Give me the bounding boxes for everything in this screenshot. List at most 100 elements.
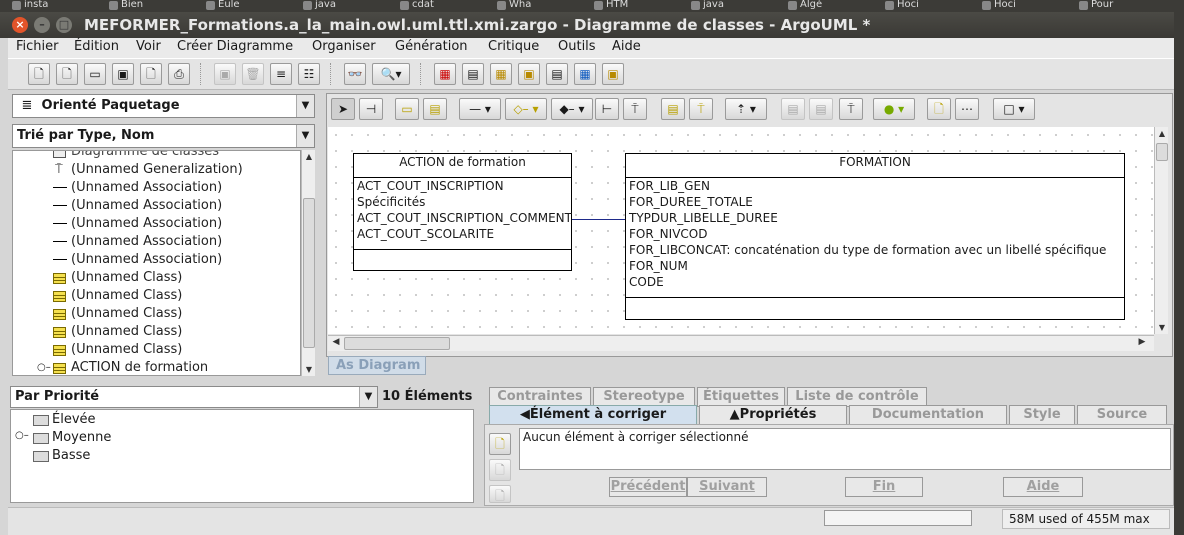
tab-documentation[interactable]: Documentation [849, 405, 1007, 425]
association-line[interactable] [571, 219, 625, 220]
attribute[interactable]: FOR_LIBCONCAT: concaténation du type de … [626, 242, 1124, 258]
close-window-button[interactable]: × [12, 17, 28, 33]
tree-item[interactable]: ⍑ (Unnamed Generalization) [13, 161, 300, 179]
delete-icon[interactable]: 🗑 [242, 63, 264, 85]
browser-tab[interactable]: Wha [495, 0, 587, 12]
attribute[interactable]: ACT_COUT_INSCRIPTION_COMMENT [354, 210, 572, 226]
association-end-tool-icon[interactable]: ⊢ [595, 98, 619, 120]
canvas-vertical-scrollbar[interactable]: ▲ ▼ [1154, 127, 1168, 334]
tree-item[interactable]: (Unnamed Class) [13, 341, 300, 359]
new-todo-icon[interactable]: 🗋 [489, 433, 511, 455]
tree-item[interactable]: (Unnamed Association) [13, 215, 300, 233]
comment-link-tool-icon[interactable]: ⋯ [955, 98, 979, 120]
browser-tab[interactable]: java [689, 0, 781, 12]
stereotype-tool-icon[interactable]: ⍑ [839, 98, 863, 120]
scroll-thumb[interactable] [303, 198, 315, 348]
enumeration-tool-icon[interactable]: ▤ [809, 98, 833, 120]
expand-handle-icon[interactable]: ○– [37, 359, 51, 375]
collaboration-diagram-icon[interactable]: ▤ [546, 63, 568, 85]
tab-element-a-corriger[interactable]: ◀Élément à corriger [489, 405, 697, 425]
browser-tab[interactable]: cdat [398, 0, 490, 12]
scroll-thumb[interactable] [344, 337, 450, 350]
dependency-tool-icon[interactable]: ⇡ ▾ [725, 98, 767, 120]
copy-icon[interactable]: ▣ [214, 63, 236, 85]
maximize-window-button[interactable]: □ [56, 17, 72, 33]
state-diagram-icon[interactable]: ▦ [490, 63, 512, 85]
new-project-icon[interactable]: 🗋 [56, 63, 78, 85]
zoom-icon[interactable]: 🔍▾ [372, 63, 410, 85]
browser-tab[interactable]: Hoci [883, 0, 975, 12]
menu-organiser[interactable]: Organiser [312, 39, 376, 54]
menu-fichier[interactable]: Fichier [16, 39, 59, 54]
scroll-thumb[interactable] [1156, 143, 1168, 161]
browser-tab[interactable]: Hoci [980, 0, 1072, 12]
datatype-tool-icon[interactable]: ▤ [781, 98, 805, 120]
menu-critique[interactable]: Critique [488, 39, 539, 54]
scroll-left-icon[interactable]: ◀ [330, 336, 342, 349]
class-tool-icon[interactable]: ▤ [423, 98, 447, 120]
attribute[interactable]: TYPDUR_LIBELLE_DUREE [626, 210, 1124, 226]
precedent-button[interactable]: Précédent [609, 477, 687, 497]
settings-icon[interactable]: ☷ [298, 63, 320, 85]
menu-edition[interactable]: Édition [74, 39, 119, 54]
diagram-canvas[interactable]: ACTION de formation ACT_COUT_INSCRIPTION… [328, 127, 1154, 334]
menu-voir[interactable]: Voir [136, 39, 161, 54]
perspective-select[interactable]: ≣ Orienté Paquetage ▼ [12, 94, 315, 118]
interface-tool-icon[interactable]: ▤ [661, 98, 685, 120]
attribute[interactable]: CODE [626, 274, 1124, 290]
sequence-diagram-icon[interactable]: ▣ [602, 63, 624, 85]
tab-source[interactable]: Source [1077, 405, 1167, 425]
browser-tab[interactable]: Eule [204, 0, 296, 12]
attribute[interactable]: FOR_NUM [626, 258, 1124, 274]
aggregation-tool-icon[interactable]: ◇– ▾ [505, 98, 547, 120]
resolve-todo-icon[interactable]: 🗋 [489, 459, 511, 481]
menu-creer-diagramme[interactable]: Créer Diagramme [177, 39, 293, 54]
shape-tool-icon[interactable]: □ ▾ [993, 98, 1035, 120]
fin-button[interactable]: Fin [845, 477, 923, 497]
tab-contraintes[interactable]: Contraintes [489, 387, 591, 407]
explorer-scrollbar[interactable]: ▲ ▼ [301, 150, 315, 376]
memory-indicator[interactable]: 58M used of 455M max [1002, 509, 1170, 529]
broom-tool-icon[interactable]: ⊣ [359, 98, 383, 120]
class-box-action-formation[interactable]: ACTION de formation ACT_COUT_INSCRIPTION… [353, 153, 572, 271]
scroll-right-icon[interactable]: ▶ [1136, 336, 1148, 349]
tree-item[interactable]: (Unnamed Class) [13, 287, 300, 305]
todo-priority-item[interactable]: Moyenne [52, 430, 111, 445]
scroll-down-icon[interactable]: ▼ [1155, 321, 1169, 334]
attribute[interactable]: FOR_DUREE_TOTALE [626, 194, 1124, 210]
attribute[interactable]: FOR_NIVCOD [626, 226, 1124, 242]
attribute[interactable]: FOR_LIB_GEN [626, 178, 1124, 194]
menu-outils[interactable]: Outils [558, 39, 596, 54]
open-icon[interactable]: ▭ [84, 63, 106, 85]
browser-tab[interactable]: HTM [592, 0, 684, 12]
comment-tool-icon[interactable]: 🗋 [927, 98, 951, 120]
tree-item[interactable]: (Unnamed Association) [13, 251, 300, 269]
composition-tool-icon[interactable]: ◆– ▾ [551, 98, 593, 120]
chevron-down-icon[interactable]: ▼ [359, 387, 377, 407]
aide-button[interactable]: Aide [1003, 477, 1083, 497]
tree-item[interactable]: (Unnamed Class) [13, 305, 300, 323]
new-file-icon[interactable]: 🗋 [28, 63, 50, 85]
tree-item[interactable]: (Unnamed Association) [13, 179, 300, 197]
expand-handle-icon[interactable]: ○– [15, 430, 29, 441]
tree-item[interactable]: ○– ACTION de formation [13, 359, 300, 375]
scroll-down-icon[interactable]: ▼ [302, 363, 316, 376]
browser-tab[interactable]: java [301, 0, 393, 12]
tab-stereotype[interactable]: Stereotype [593, 387, 695, 407]
attribute-tool-icon[interactable]: ● ▾ [873, 98, 915, 120]
order-select[interactable]: Trié par Type, Nom ▼ [12, 124, 315, 148]
attribute[interactable]: Spécificités [354, 194, 571, 210]
todo-order-select[interactable]: Par Priorité ▼ [10, 386, 378, 408]
chevron-down-icon[interactable]: ▼ [296, 95, 314, 117]
generalization-tool-icon[interactable]: ⍑ [623, 98, 647, 120]
realization-tool-icon[interactable]: ⍑ [689, 98, 713, 120]
tree-item[interactable]: (Unnamed Class) [13, 323, 300, 341]
scroll-up-icon[interactable]: ▲ [302, 150, 316, 163]
todo-priority-item[interactable]: Élevée [52, 412, 96, 427]
tree-item[interactable]: (Unnamed Association) [13, 197, 300, 215]
scroll-up-icon[interactable]: ▲ [1155, 127, 1169, 140]
tab-proprietes[interactable]: ▲Propriétés [699, 405, 847, 425]
association-tool-icon[interactable]: — ▾ [459, 98, 501, 120]
deployment-diagram-icon[interactable]: ▦ [574, 63, 596, 85]
select-tool-icon[interactable]: ➤ [331, 98, 355, 120]
